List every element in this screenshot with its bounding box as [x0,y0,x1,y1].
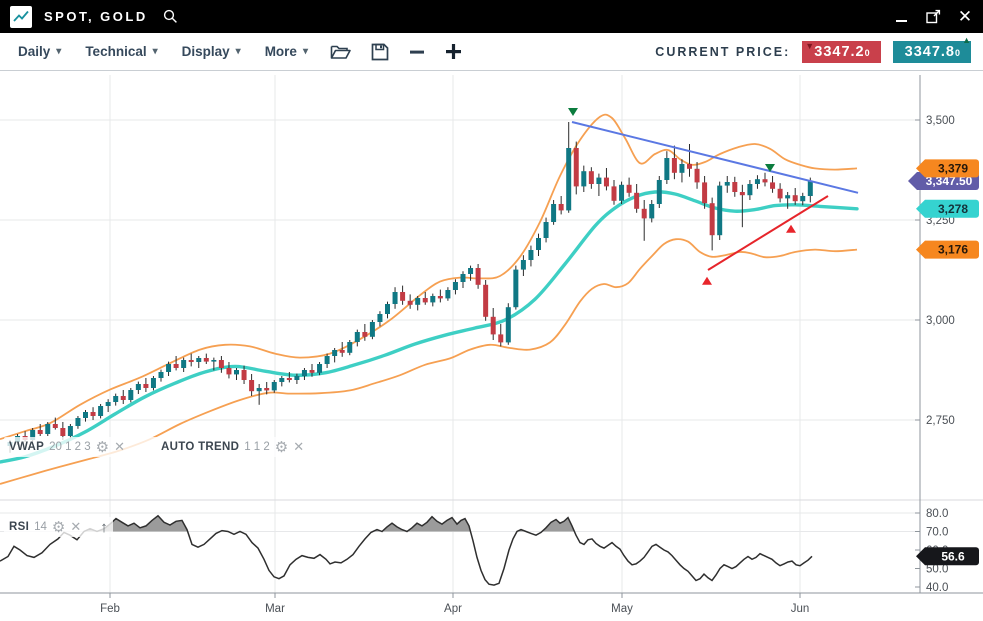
svg-text:3,278: 3,278 [938,202,968,216]
svg-text:70.0: 70.0 [926,527,948,539]
svg-text:40.0: 40.0 [926,582,948,594]
rsi-params: 14 [34,521,47,533]
ask-price-value: 3347.8 [905,44,955,60]
svg-text:Jun: Jun [791,603,810,615]
svg-text:Feb: Feb [100,603,120,615]
popout-window-button[interactable] [925,9,941,25]
axis-labels: 3,5003,2503,0002,75080.070.060.050.040.0… [100,115,955,615]
app-logo-icon [10,6,32,28]
svg-text:3,379: 3,379 [938,161,968,175]
more-menu[interactable]: More▾ [265,44,308,59]
price-up-arrow-icon: ▲ [962,36,972,45]
chart-area[interactable]: 3,5003,2503,0002,75080.070.060.050.040.0… [0,71,983,621]
zoom-in-button[interactable] [445,43,462,60]
rsi-indicator-row: RSI 14 ⚙︎ ✕ ↑ [4,517,113,537]
vwap-params: 20 1 2 3 [49,441,91,453]
zoom-out-button[interactable] [409,44,425,60]
chevron-down-icon: ▾ [303,46,308,57]
vwap-remove-icon[interactable]: ✕ [114,439,125,455]
svg-text:3,500: 3,500 [926,115,955,127]
autotrend-settings-gear-icon[interactable]: ⚙︎ [275,438,288,456]
sell-signal-arrow-icon [568,108,578,116]
svg-text:80.0: 80.0 [926,508,948,520]
bid-price-badge: ▼ 3347.20 [802,41,880,63]
svg-text:Mar: Mar [265,603,285,615]
svg-text:3,176: 3,176 [938,243,968,257]
chevron-down-icon: ▾ [236,46,241,57]
ask-price-badge: 3347.80 ▲ [893,41,971,63]
gridlines [0,75,920,593]
svg-text:3,000: 3,000 [926,315,955,327]
price-chart-svg: 3,5003,2503,0002,75080.070.060.050.040.0… [0,71,983,621]
timeframe-menu[interactable]: Daily▾ [18,44,61,59]
open-folder-icon[interactable] [330,43,351,60]
trendline-resistance [572,122,858,193]
minimize-button[interactable] [893,9,909,25]
candlestick-series [8,122,813,453]
svg-text:56.6: 56.6 [941,549,965,563]
chevron-down-icon: ▾ [153,46,158,57]
instrument-title: SPOT, GOLD [44,9,148,24]
rsi-label: RSI [9,521,29,533]
svg-text:50.0: 50.0 [926,564,948,576]
title-bar: SPOT, GOLD ✕ [0,0,983,33]
chevron-down-icon: ▾ [56,46,61,57]
rsi-move-up-icon[interactable]: ↑ [100,519,108,536]
autotrend-remove-icon[interactable]: ✕ [293,439,304,455]
vwap-line [0,192,857,462]
chart-toolbar: Daily▾ Technical▾ Display▾ More▾ CURRENT… [0,33,983,71]
buy-signal-arrow-icon [786,225,796,233]
overlay-indicator-row: VWAP 20 1 2 3 ⚙︎ ✕ AUTO TREND 1 1 2 ⚙︎ ✕ [4,437,309,457]
technical-menu[interactable]: Technical▾ [85,44,157,59]
current-price-label: CURRENT PRICE: [655,45,790,59]
price-down-arrow-icon: ▼ [805,42,815,51]
autotrend-label: AUTO TREND [161,441,239,453]
close-icon[interactable]: ✕ [957,9,973,25]
bid-price-value: 3347.2 [814,44,864,60]
search-icon[interactable] [162,8,179,25]
buy-signal-arrow-icon [702,277,712,285]
svg-text:Apr: Apr [444,603,462,615]
save-icon[interactable] [371,43,389,61]
display-menu[interactable]: Display▾ [182,44,241,59]
autotrend-params: 1 1 2 [244,441,270,453]
vwap-settings-gear-icon[interactable]: ⚙︎ [96,438,109,456]
svg-text:May: May [611,603,633,615]
vwap-label: VWAP [9,441,44,453]
rsi-remove-icon[interactable]: ✕ [70,519,81,535]
svg-text:2,750: 2,750 [926,415,955,427]
rsi-settings-gear-icon[interactable]: ⚙︎ [52,518,65,536]
